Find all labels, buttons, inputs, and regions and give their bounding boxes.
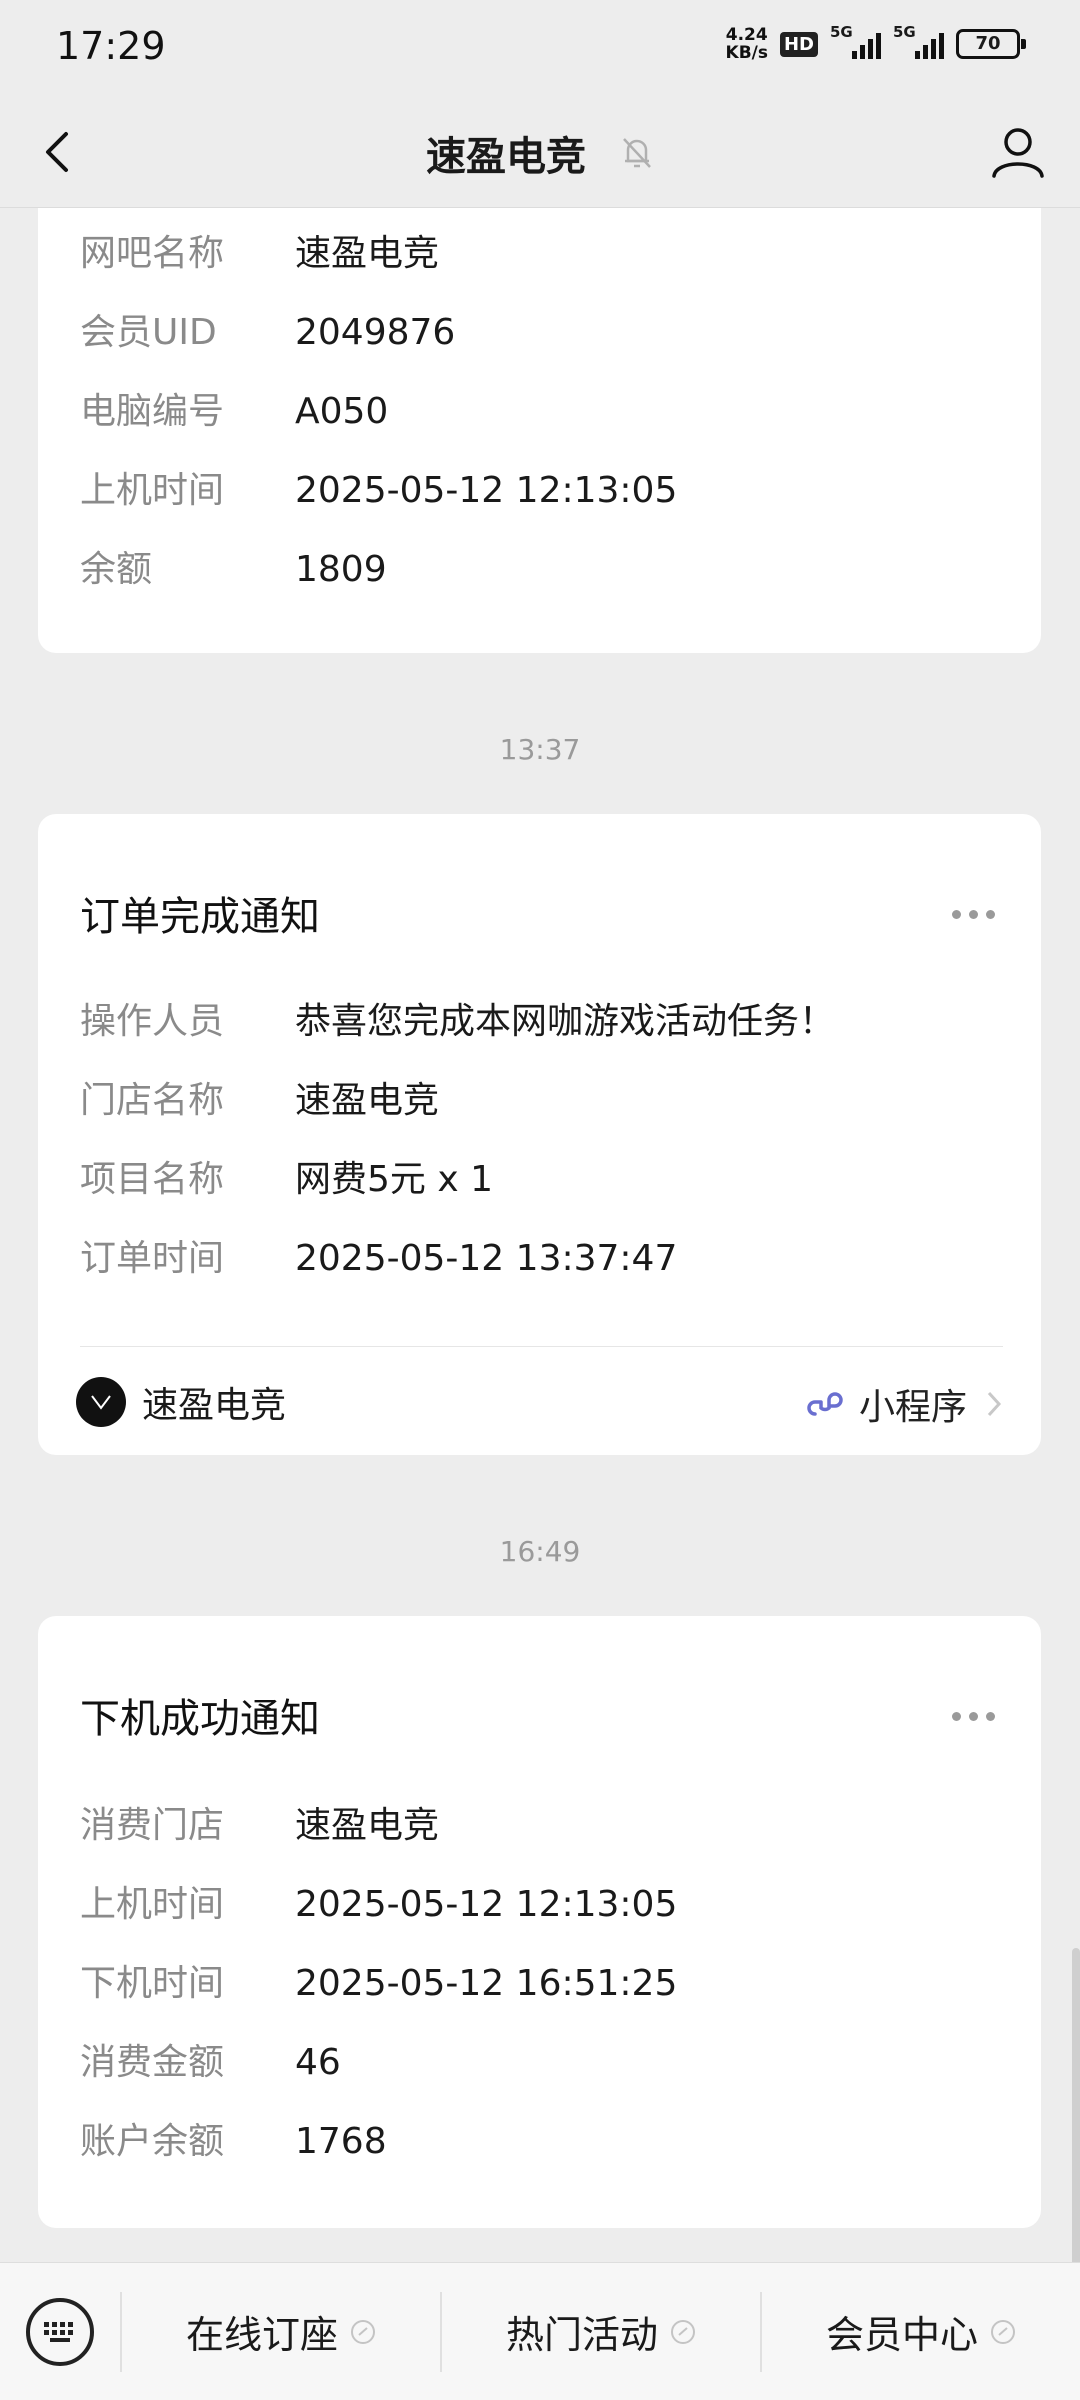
info-row: 账户余额 1768 (80, 2121, 387, 2162)
message-card-order[interactable]: 订单完成通知 操作人员 恭喜您完成本网咖游戏活动任务！ 门店名称 速盈电竞 项目名称… (38, 814, 1041, 1455)
battery-icon: 70 (956, 29, 1026, 59)
divider (80, 1346, 1003, 1347)
mini-program-link-icon (351, 2319, 375, 2344)
info-row: 余额 1809 (80, 549, 387, 590)
message-card-logout[interactable]: 下机成功通知 消费门店 速盈电竞 上机时间 2025-05-12 12:13:05 … (38, 1616, 1041, 2228)
signal-icon: 5G (830, 23, 881, 59)
mini-program-link[interactable]: 小程序 (805, 1378, 1003, 1430)
mute-bell-icon (623, 138, 651, 168)
info-row: 门店名称 速盈电竞 (80, 1080, 440, 1121)
page-title: 速盈电竞 (0, 124, 1080, 182)
mini-program-link-icon (991, 2319, 1015, 2344)
info-row: 消费金额 46 (80, 2042, 341, 2083)
status-icons: 4.24 KB/s HD 5G 5G 70 (725, 23, 1026, 63)
info-row: 下机时间 2025-05-12 16:51:25 (80, 1963, 678, 2004)
more-options-icon[interactable] (952, 910, 995, 919)
more-options-icon[interactable] (952, 1712, 995, 1721)
signal-icon-2: 5G (893, 23, 944, 59)
menu-item-hot-events[interactable]: 热门活动 (440, 2291, 760, 2372)
bottom-menu: 在线订座 热门活动 会员中心 (0, 2262, 1080, 2400)
info-row: 上机时间 2025-05-12 12:13:05 (80, 470, 678, 511)
brand-logo-icon (76, 1377, 126, 1427)
mini-program-link-icon (671, 2319, 695, 2344)
status-time: 17:29 (56, 24, 166, 68)
card-title: 下机成功通知 (80, 1696, 320, 1742)
chevron-right-icon (987, 1391, 1002, 1417)
source-account[interactable]: 速盈电竞 (76, 1376, 286, 1428)
status-bar: 17:29 4.24 KB/s HD 5G 5G 70 (0, 0, 1080, 96)
menu-item-member-center[interactable]: 会员中心 (760, 2291, 1080, 2372)
scrollbar[interactable] (1072, 1948, 1080, 2268)
info-row: 电脑编号 A050 (80, 391, 389, 432)
network-speed: 4.24 KB/s (725, 25, 768, 63)
card-title: 订单完成通知 (80, 894, 320, 940)
hd-icon: HD (779, 31, 818, 57)
info-row: 上机时间 2025-05-12 12:13:05 (80, 1884, 678, 1925)
info-row: 订单时间 2025-05-12 13:37:47 (80, 1238, 678, 1279)
info-row: 会员UID 2049876 (80, 312, 456, 353)
timestamp: 16:49 (499, 1535, 581, 1568)
menu-item-online-booking[interactable]: 在线订座 (120, 2291, 440, 2372)
user-profile-icon[interactable] (986, 120, 1050, 184)
info-row: 网吧名称 速盈电竞 (80, 233, 440, 274)
nav-bar: 速盈电竞 (0, 96, 1080, 208)
keyboard-icon (26, 2297, 94, 2366)
mini-program-icon (807, 1392, 843, 1416)
info-row: 操作人员 恭喜您完成本网咖游戏活动任务！ (80, 1001, 836, 1042)
info-row: 消费门店 速盈电竞 (80, 1805, 440, 1846)
keyboard-toggle[interactable] (0, 2263, 120, 2400)
message-card-1[interactable]: 网吧名称 速盈电竞 会员UID 2049876 电脑编号 A050 上机时间 2025-… (38, 208, 1041, 653)
timestamp: 13:37 (499, 733, 581, 766)
info-row: 项目名称 网费5元 x 1 (80, 1159, 494, 1200)
